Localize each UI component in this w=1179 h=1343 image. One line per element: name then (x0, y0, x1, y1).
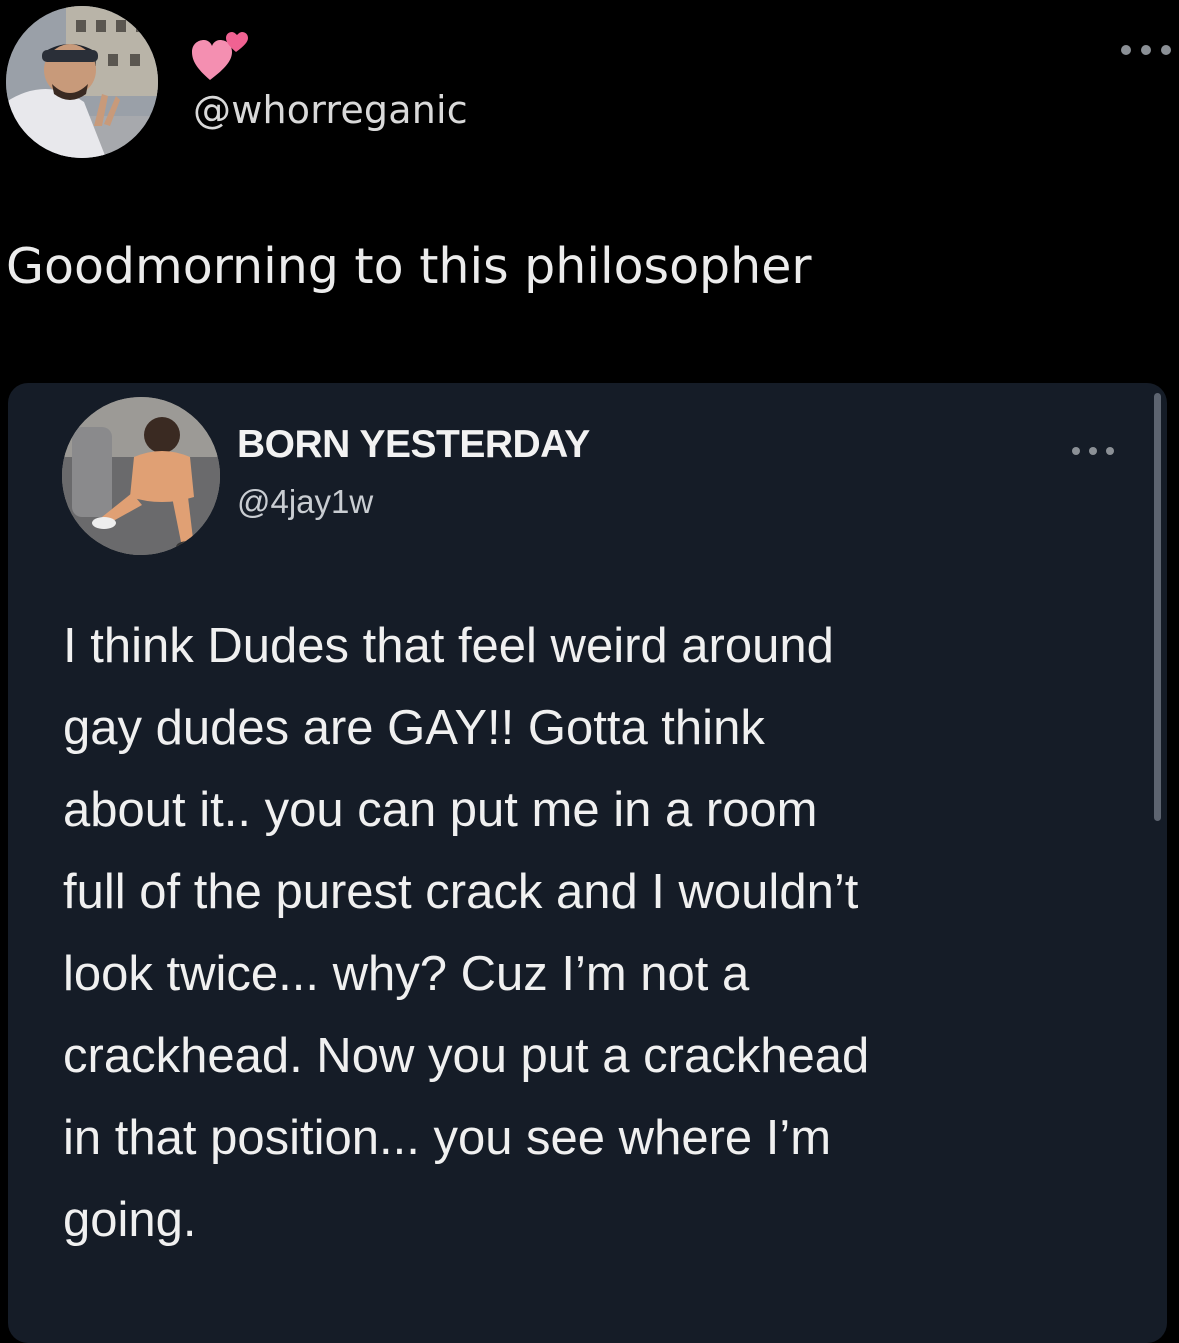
quoted-tweet-card[interactable]: BORN YESTERDAY @4jay1w I think Dudes tha… (8, 383, 1167, 1343)
two-hearts-icon (192, 32, 248, 80)
more-dots-icon[interactable] (1118, 40, 1174, 60)
tweet-text-line: I think Dudes that feel weird around (63, 619, 834, 673)
avatar-photo (62, 397, 220, 555)
tweet-text-line: gay dudes are GAY!! Gotta think (63, 701, 765, 755)
more-dots-icon[interactable] (1070, 443, 1116, 459)
tweet-text-line: going. (63, 1193, 197, 1247)
quoted-avatar[interactable] (62, 397, 220, 555)
quoted-handle[interactable]: @4jay1w (237, 483, 373, 521)
scrollbar[interactable] (1154, 393, 1161, 821)
tweet-text-line: about it.. you can put me in a room (63, 783, 818, 837)
avatar-photo (6, 6, 158, 158)
tweet-text-line: crackhead. Now you put a crackhead (63, 1029, 870, 1083)
tweet-text-line: look twice... why? Cuz I’m not a (63, 947, 750, 1001)
outer-tweet-text: Goodmorning to this philosopher (6, 238, 812, 295)
tweet-text-line: in that position... you see where I’m (63, 1111, 832, 1165)
outer-avatar[interactable] (6, 6, 158, 158)
quoted-tweet-text: I think Dudes that feel weird around gay… (63, 605, 1153, 1261)
outer-handle[interactable]: @whorreganic (193, 88, 468, 132)
quoted-display-name[interactable]: BORN YESTERDAY (237, 423, 590, 467)
tweet-text-line: full of the purest crack and I wouldn’t (63, 865, 859, 919)
